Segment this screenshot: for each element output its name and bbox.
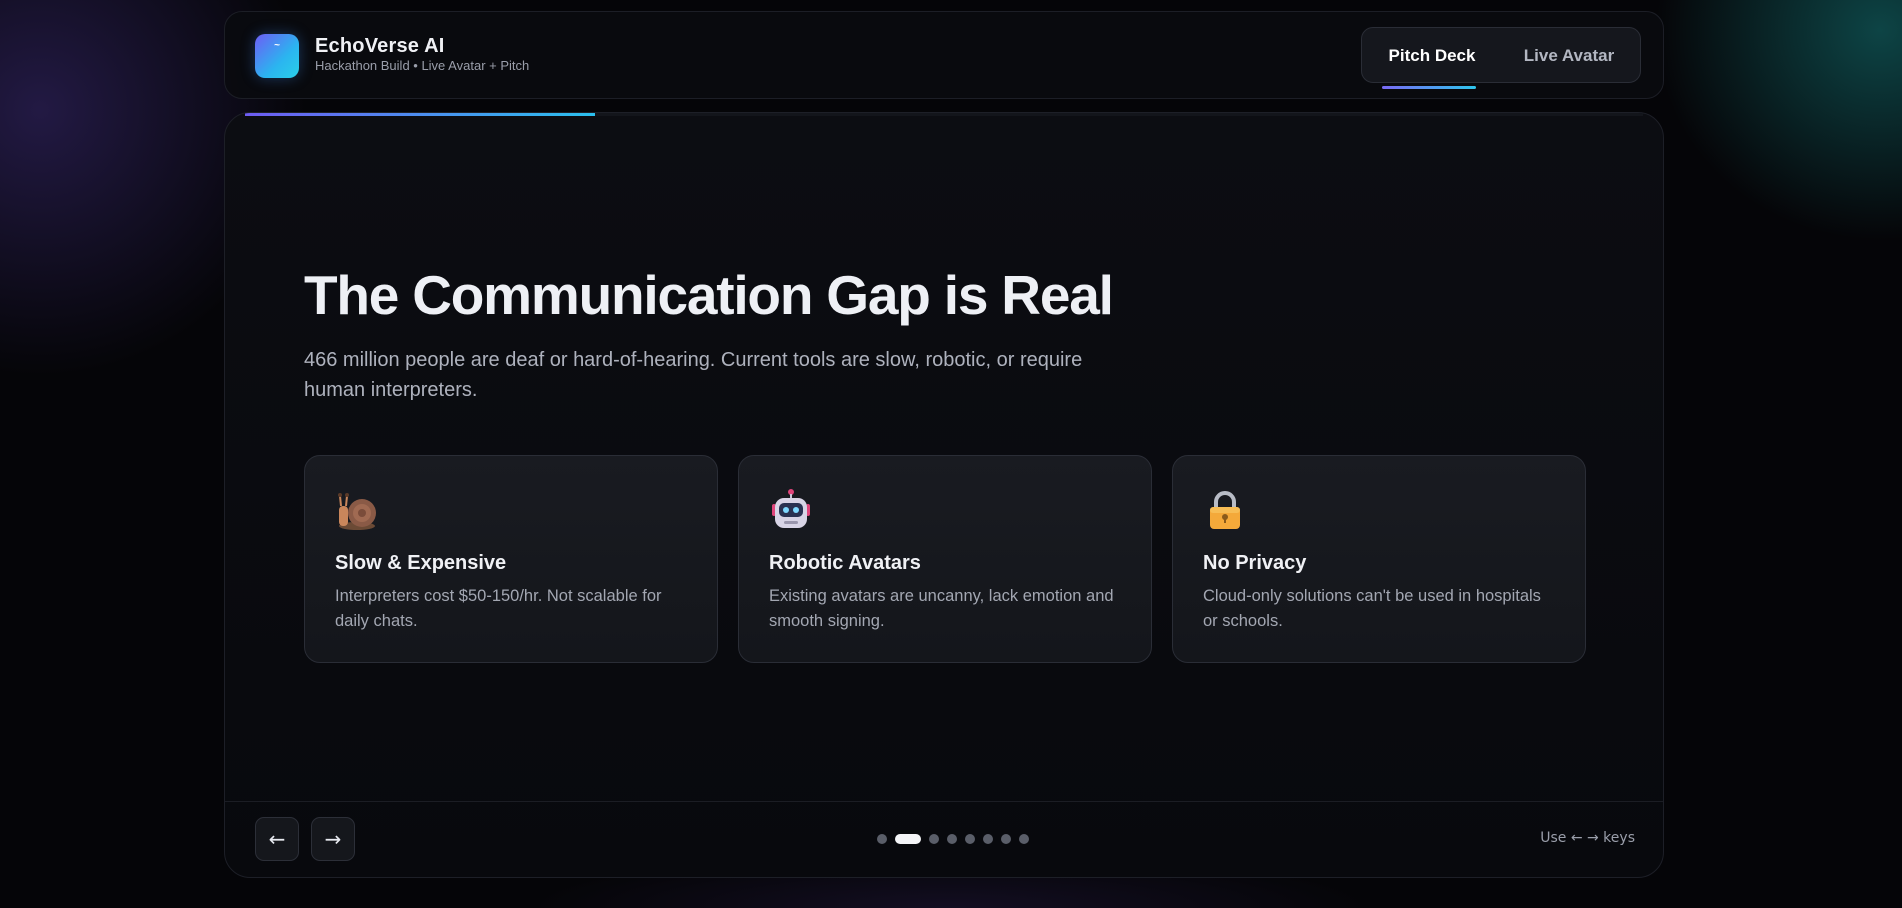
pagination-dot[interactable] — [947, 834, 957, 844]
tab-live-avatar[interactable]: Live Avatar — [1506, 28, 1632, 84]
problem-card-slow: Slow & Expensive Interpreters cost $50-1… — [304, 455, 718, 663]
slide-panel: The Communication Gap is Real 466 millio… — [224, 112, 1664, 878]
pagination-dot[interactable] — [965, 834, 975, 844]
previous-slide-button[interactable]: ← — [255, 817, 299, 861]
tab-pitch-deck[interactable]: Pitch Deck — [1372, 28, 1492, 84]
pagination-dot[interactable] — [983, 834, 993, 844]
problem-card-robotic: Robotic Avatars Existing avatars are unc… — [738, 455, 1152, 663]
pagination-dot[interactable] — [1001, 834, 1011, 844]
active-tab-indicator — [1382, 86, 1476, 89]
slide-title: The Communication Gap is Real — [304, 264, 1114, 326]
pagination-dot[interactable] — [929, 834, 939, 844]
app-subtitle: Hackathon Build • Live Avatar + Pitch — [315, 58, 530, 73]
pagination-dot[interactable] — [1019, 834, 1029, 844]
card-description: Interpreters cost $50-150/hr. Not scalab… — [335, 587, 662, 630]
footer-divider — [225, 801, 1663, 802]
app-header: ~ EchoVerse AI Hackathon Build • Live Av… — [224, 11, 1664, 99]
snail-icon — [338, 493, 376, 530]
next-slide-button[interactable]: → — [311, 817, 355, 861]
echo-wave-icon: ~ — [255, 34, 299, 78]
problem-card-privacy: No Privacy Cloud-only solutions can't be… — [1172, 455, 1586, 663]
logo-glyph: ~ — [274, 40, 280, 51]
slide-progress-track — [245, 113, 1643, 116]
pagination-dot[interactable] — [895, 834, 921, 844]
slide-progress-fill — [245, 113, 595, 116]
view-tabs: Pitch Deck Live Avatar — [1361, 27, 1641, 89]
card-description: Cloud-only solutions can't be used in ho… — [1203, 587, 1541, 630]
card-title: Slow & Expensive — [335, 552, 507, 574]
app-title: EchoVerse AI — [315, 35, 445, 57]
card-title: Robotic Avatars — [769, 552, 921, 574]
slide-pagination — [877, 834, 1037, 846]
pagination-dot[interactable] — [877, 834, 887, 844]
robot-icon — [772, 489, 810, 528]
keyboard-hint: Use ← → keys — [1540, 830, 1635, 846]
slide-subtitle: 466 million people are deaf or hard-of-h… — [304, 349, 1083, 401]
card-description: Existing avatars are uncanny, lack emoti… — [769, 587, 1114, 630]
card-title: No Privacy — [1203, 552, 1307, 574]
lock-icon — [1210, 491, 1240, 529]
